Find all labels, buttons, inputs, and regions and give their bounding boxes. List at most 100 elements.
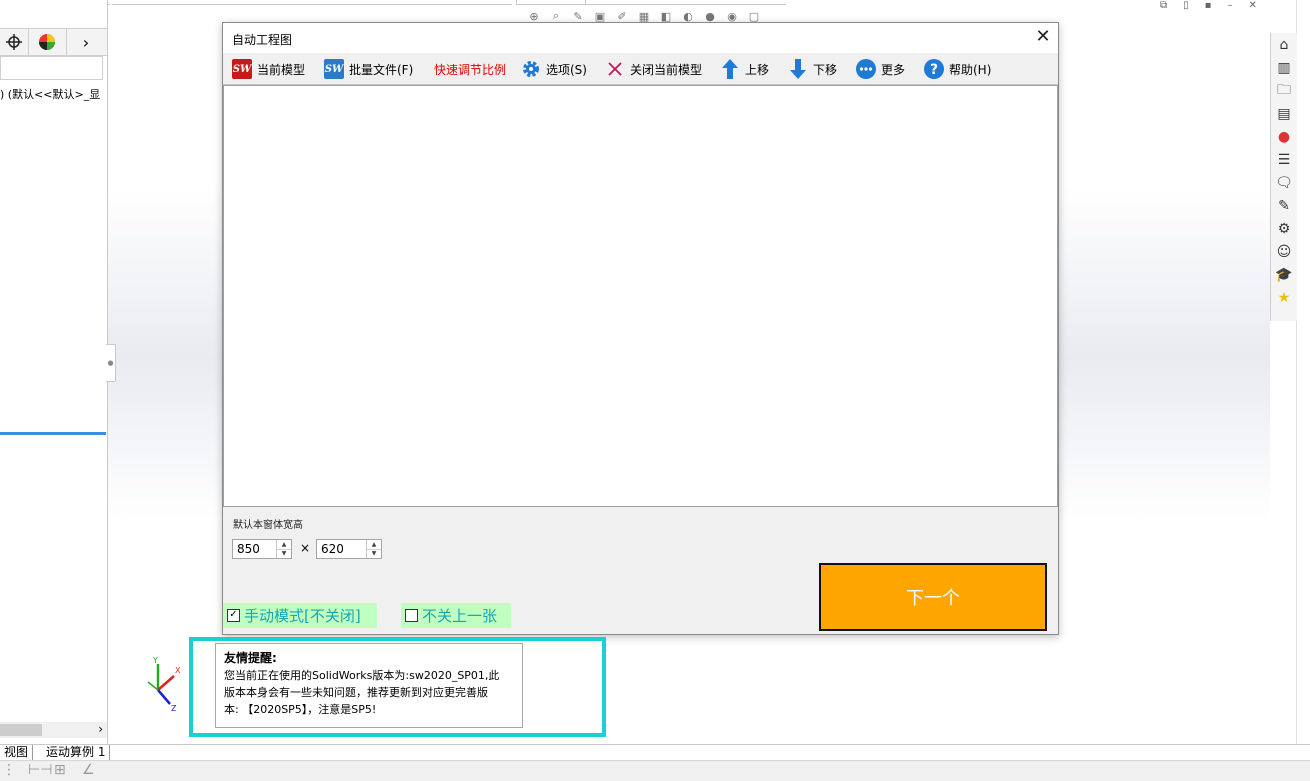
notice-title: 友情提醒: bbox=[224, 651, 277, 665]
dialog-close-button[interactable]: ✕ bbox=[1028, 23, 1058, 53]
width-stepper[interactable]: ▲ ▼ bbox=[232, 539, 292, 559]
height-stepper[interactable]: ▲ ▼ bbox=[316, 539, 382, 559]
move-up-label: 上移 bbox=[745, 62, 770, 77]
scrollbar-thumb[interactable] bbox=[0, 724, 42, 736]
design-library-icon[interactable]: ▥ bbox=[1273, 57, 1295, 79]
keep-previous-label: 不关上一张 bbox=[422, 607, 498, 625]
tab-view[interactable]: 视图 bbox=[0, 745, 34, 761]
manual-mode-label: 手动模式[不关闭] bbox=[244, 607, 361, 625]
bottom-tab-bar: 视图 运动算例 1 bbox=[0, 744, 1310, 761]
help-question-icon: ? bbox=[923, 58, 945, 80]
notice-line-3: 本: 【2020SP5】，注意是SP5! bbox=[224, 703, 377, 716]
pin-icon[interactable]: ▪ bbox=[1205, 0, 1212, 11]
tab-more-arrow[interactable]: › bbox=[66, 29, 106, 55]
tree-filter-input[interactable] bbox=[0, 56, 103, 80]
dialog-title: 自动工程图 bbox=[232, 33, 293, 47]
triad-x-label: X bbox=[175, 666, 181, 675]
horizontal-scrollbar[interactable]: › bbox=[0, 722, 107, 738]
angle-icon[interactable]: ∠ bbox=[82, 762, 95, 778]
height-down-icon[interactable]: ▼ bbox=[367, 549, 381, 558]
manual-mode-check-icon: ✓ bbox=[227, 609, 240, 622]
options-button[interactable]: 选项(S) bbox=[520, 58, 587, 80]
arrow-down-icon bbox=[787, 58, 809, 80]
settings-gear-icon[interactable]: ⚙ bbox=[1273, 218, 1295, 240]
feature-manager-panel: › ) (默认<<默认>_显 › bbox=[0, 0, 108, 745]
move-up-button[interactable]: 上移 bbox=[719, 58, 769, 80]
width-down-icon[interactable]: ▼ bbox=[277, 549, 291, 558]
more-label: 更多 bbox=[881, 62, 906, 77]
tree-config-text: ) (默认<<默认>_显 bbox=[0, 88, 101, 101]
options-label: 选项(S) bbox=[546, 62, 587, 77]
dimension-icon[interactable]: ⊢⊣ bbox=[28, 762, 52, 778]
close-icon[interactable]: ✕ bbox=[1248, 0, 1256, 11]
arrow-up-icon bbox=[719, 58, 741, 80]
keep-previous-check-icon bbox=[405, 609, 418, 622]
panel-collapse-handle[interactable]: ● bbox=[106, 344, 116, 382]
next-button[interactable]: 下一个 bbox=[819, 563, 1047, 631]
auto-drawing-dialog: 自动工程图 ✕ SW 当前模型 SW 批量文件(F) 快速调节比例 选项(S) … bbox=[222, 22, 1059, 635]
more-button[interactable]: 更多 bbox=[855, 58, 905, 80]
status-dots-icon: ⋮ bbox=[2, 762, 16, 778]
chevron-right-icon: › bbox=[82, 32, 90, 52]
tutor-icon[interactable]: ☺ bbox=[1273, 241, 1295, 263]
minimize-icon[interactable]: – bbox=[1227, 0, 1232, 11]
width-input[interactable] bbox=[233, 540, 281, 558]
appearances-icon[interactable]: ● bbox=[1273, 126, 1295, 148]
svg-text:?: ? bbox=[930, 62, 938, 78]
keep-previous-checkbox[interactable]: 不关上一张 bbox=[401, 603, 511, 628]
solidworks-red-icon: SW bbox=[231, 58, 253, 80]
more-dots-icon bbox=[855, 58, 877, 80]
splitter-bar[interactable] bbox=[0, 432, 106, 435]
quick-scale-label: 快速调节比例 bbox=[434, 62, 507, 77]
batch-files-label: 批量文件(F) bbox=[349, 62, 414, 77]
custom-properties-icon[interactable]: ☰ bbox=[1273, 149, 1295, 171]
task-pane-bar: ⌂ ▥ 🗀 ▤ ● ☰ 🗨 ✎ ⚙ ☺ 🎓 ★ bbox=[1270, 33, 1297, 321]
restore-icon[interactable]: ⧉ bbox=[1160, 0, 1167, 11]
help-button[interactable]: ? 帮助(H) bbox=[923, 58, 991, 80]
triad-z-label: Z bbox=[171, 704, 177, 712]
move-down-button[interactable]: 下移 bbox=[787, 58, 837, 80]
forum-icon[interactable]: 🗨 bbox=[1273, 172, 1295, 194]
learning-icon[interactable]: 🎓 bbox=[1273, 264, 1295, 286]
panel-tabs: › bbox=[0, 28, 107, 56]
current-model-label: 当前模型 bbox=[257, 62, 306, 77]
dialog-titlebar: 自动工程图 ✕ bbox=[223, 23, 1058, 53]
height-stepper-buttons: ▲ ▼ bbox=[366, 540, 381, 558]
crosshair-icon bbox=[6, 34, 22, 50]
tab-display[interactable] bbox=[28, 29, 67, 55]
height-input[interactable] bbox=[317, 540, 371, 558]
tab-motion-study[interactable]: 运动算例 1 bbox=[42, 745, 111, 761]
sketch-icon[interactable]: ✎ bbox=[1273, 195, 1295, 217]
close-current-model-button[interactable]: 关闭当前模型 bbox=[604, 58, 702, 80]
current-model-button[interactable]: SW 当前模型 bbox=[231, 58, 305, 80]
top-tab-strip bbox=[0, 0, 1310, 6]
scroll-right-icon[interactable]: › bbox=[98, 722, 103, 736]
coordinate-triad: Y X Z bbox=[147, 656, 181, 712]
gear-icon bbox=[520, 58, 542, 80]
favorites-star-icon[interactable]: ★ bbox=[1273, 287, 1295, 309]
status-bar: ⋮ ⊢⊣ ⊞ ∠ bbox=[0, 760, 1310, 781]
notice-line-2: 版本本身会有一些未知问题，推荐更新到对应更完善版 bbox=[224, 686, 488, 699]
batch-files-button[interactable]: SW 批量文件(F) bbox=[323, 58, 413, 80]
friendly-reminder-tooltip: 友情提醒: 您当前正在使用的SolidWorks版本为:sw2020_SP01,… bbox=[215, 643, 523, 728]
dialog-toolbar: SW 当前模型 SW 批量文件(F) 快速调节比例 选项(S) 关闭当前模型 上… bbox=[223, 54, 1058, 85]
preview-area[interactable] bbox=[223, 85, 1058, 507]
window-controls: ⧉ ▯ ▪ – ✕ bbox=[1160, 0, 1257, 11]
width-stepper-buttons: ▲ ▼ bbox=[276, 540, 291, 558]
quick-scale-button[interactable]: 快速调节比例 bbox=[434, 58, 506, 80]
window-size-label: 默认本窗体宽高 bbox=[233, 520, 303, 531]
help-label: 帮助(H) bbox=[949, 62, 992, 77]
tab-configuration[interactable] bbox=[0, 29, 29, 55]
pie-chart-icon bbox=[39, 34, 55, 50]
move-down-label: 下移 bbox=[813, 62, 838, 77]
file-explorer-icon[interactable]: 🗀 bbox=[1273, 80, 1295, 102]
manual-mode-checkbox[interactable]: ✓ 手动模式[不关闭] bbox=[223, 603, 377, 628]
view-palette-icon[interactable]: ▤ bbox=[1273, 103, 1295, 125]
solidworks-blue-icon: SW bbox=[323, 58, 345, 80]
grid-icon[interactable]: ⊞ bbox=[54, 762, 66, 778]
times-sign: × bbox=[300, 541, 311, 555]
close-x-icon bbox=[604, 58, 626, 80]
right-edge bbox=[1296, 0, 1310, 745]
document-icon[interactable]: ▯ bbox=[1183, 0, 1189, 11]
home-icon[interactable]: ⌂ bbox=[1273, 34, 1295, 56]
